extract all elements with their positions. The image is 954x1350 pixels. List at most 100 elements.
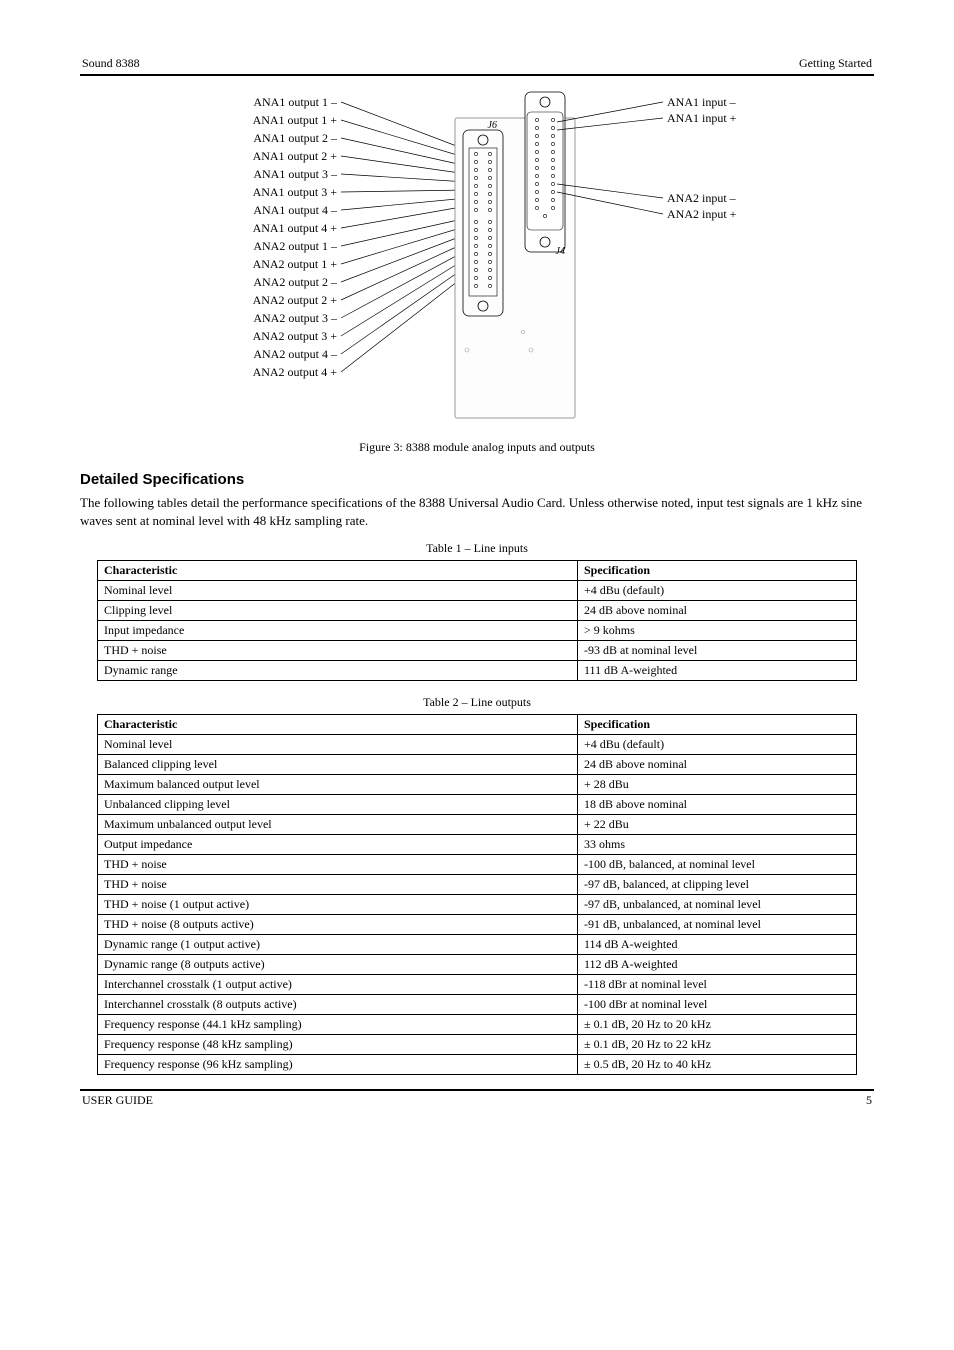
connector-j4: J4	[525, 92, 565, 257]
table-cell: Maximum balanced output level	[98, 775, 578, 795]
table-cell: +4 dBu (default)	[578, 735, 857, 755]
svg-text:J4: J4	[556, 246, 565, 257]
table-cell: THD + noise (8 outputs active)	[98, 915, 578, 935]
table-cell: -97 dB, balanced, at clipping level	[578, 875, 857, 895]
table-cell: 114 dB A-weighted	[578, 935, 857, 955]
svg-text:J6: J6	[488, 120, 497, 131]
table-cell: THD + noise (1 output active)	[98, 895, 578, 915]
table-cell: -118 dBr at nominal level	[578, 975, 857, 995]
table-cell: -97 dB, unbalanced, at nominal level	[578, 895, 857, 915]
table-cell: -93 dB at nominal level	[578, 641, 857, 661]
svg-text:ANA2 output 2 –: ANA2 output 2 –	[253, 275, 338, 289]
svg-text:ANA1 output 2 +: ANA1 output 2 +	[253, 149, 338, 163]
table-header: Characteristic	[98, 561, 578, 581]
svg-text:ANA2 output 4 +: ANA2 output 4 +	[253, 365, 338, 379]
table-cell: ± 0.5 dB, 20 Hz to 40 kHz	[578, 1055, 857, 1075]
table-cell: 112 dB A-weighted	[578, 955, 857, 975]
table-row: Frequency response (44.1 kHz sampling)± …	[98, 1015, 857, 1035]
table-header: Specification	[578, 715, 857, 735]
table-cell: 111 dB A-weighted	[578, 661, 857, 681]
table-row: Balanced clipping level24 dB above nomin…	[98, 755, 857, 775]
table-cell: Dynamic range (8 outputs active)	[98, 955, 578, 975]
table-row: Dynamic range111 dB A-weighted	[98, 661, 857, 681]
footer-right: 5	[866, 1093, 872, 1108]
table-row: Nominal level+4 dBu (default)	[98, 735, 857, 755]
table-cell: Dynamic range	[98, 661, 578, 681]
table-row: THD + noise-93 dB at nominal level	[98, 641, 857, 661]
table-cell: Maximum unbalanced output level	[98, 815, 578, 835]
left-labels: ANA1 output 1 – ANA1 output 1 + ANA1 out…	[253, 95, 338, 379]
table-row: Frequency response (48 kHz sampling)± 0.…	[98, 1035, 857, 1055]
section-title: Detailed Specifications	[80, 471, 874, 488]
table-cell: THD + noise	[98, 875, 578, 895]
svg-text:ANA2 output 3 –: ANA2 output 3 –	[253, 311, 338, 325]
table-line-outputs: Characteristic Specification Nominal lev…	[97, 714, 857, 1075]
table-cell: +4 dBu (default)	[578, 581, 857, 601]
svg-text:ANA2 input –: ANA2 input –	[667, 191, 737, 205]
table-row: Clipping level24 dB above nominal	[98, 601, 857, 621]
table-cell: THD + noise	[98, 641, 578, 661]
table-cell: -100 dB, balanced, at nominal level	[578, 855, 857, 875]
section-body: The following tables detail the performa…	[80, 494, 874, 529]
table-cell: Interchannel crosstalk (8 outputs active…	[98, 995, 578, 1015]
svg-text:ANA1 output 1 +: ANA1 output 1 +	[253, 113, 338, 127]
svg-text:ANA2 output 1 +: ANA2 output 1 +	[253, 257, 338, 271]
table-cell: Balanced clipping level	[98, 755, 578, 775]
svg-text:ANA1 input –: ANA1 input –	[667, 95, 737, 109]
table-cell: + 22 dBu	[578, 815, 857, 835]
footer-rule	[80, 1089, 874, 1091]
page-footer: USER GUIDE 5	[80, 1093, 874, 1108]
svg-text:ANA2 output 3 +: ANA2 output 3 +	[253, 329, 338, 343]
right-labels: ANA1 input – ANA1 input + ANA2 input – A…	[667, 95, 737, 221]
table-cell: -100 dBr at nominal level	[578, 995, 857, 1015]
table2-caption: Table 2 – Line outputs	[80, 695, 874, 710]
header-rule	[80, 74, 874, 76]
table-cell: 33 ohms	[578, 835, 857, 855]
page-header: Sound 8388 Getting Started	[80, 56, 874, 74]
table-cell: ± 0.1 dB, 20 Hz to 20 kHz	[578, 1015, 857, 1035]
table-row: Nominal level+4 dBu (default)	[98, 581, 857, 601]
table-cell: Dynamic range (1 output active)	[98, 935, 578, 955]
table-row: Maximum unbalanced output level+ 22 dBu	[98, 815, 857, 835]
table-cell: 24 dB above nominal	[578, 601, 857, 621]
table-cell: THD + noise	[98, 855, 578, 875]
table-cell: Clipping level	[98, 601, 578, 621]
svg-text:ANA2 output 1 –: ANA2 output 1 –	[253, 239, 338, 253]
table-cell: > 9 kohms	[578, 621, 857, 641]
table-cell: Frequency response (48 kHz sampling)	[98, 1035, 578, 1055]
table-row: THD + noise (1 output active)-97 dB, unb…	[98, 895, 857, 915]
table-row: Frequency response (96 kHz sampling)± 0.…	[98, 1055, 857, 1075]
table-cell: Nominal level	[98, 581, 578, 601]
table-row: Interchannel crosstalk (8 outputs active…	[98, 995, 857, 1015]
table-line-inputs: Characteristic Specification Nominal lev…	[97, 560, 857, 681]
table-cell: Output impedance	[98, 835, 578, 855]
table-cell: 24 dB above nominal	[578, 755, 857, 775]
header-left: Sound 8388	[82, 56, 140, 71]
table-header: Specification	[578, 561, 857, 581]
table-row: Dynamic range (1 output active)114 dB A-…	[98, 935, 857, 955]
table-row: Unbalanced clipping level18 dB above nom…	[98, 795, 857, 815]
svg-text:ANA2 output 4 –: ANA2 output 4 –	[253, 347, 338, 361]
table-row: Maximum balanced output level+ 28 dBu	[98, 775, 857, 795]
svg-text:ANA1 output 2 –: ANA1 output 2 –	[253, 131, 338, 145]
table-header: Characteristic	[98, 715, 578, 735]
svg-text:ANA2 output 2 +: ANA2 output 2 +	[253, 293, 338, 307]
leader-lines-left	[341, 102, 467, 372]
table-cell: Frequency response (44.1 kHz sampling)	[98, 1015, 578, 1035]
figure-diagram: ANA1 output 1 – ANA1 output 1 + ANA1 out…	[80, 88, 874, 432]
table-cell: Input impedance	[98, 621, 578, 641]
table-row: Input impedance> 9 kohms	[98, 621, 857, 641]
table-cell: + 28 dBu	[578, 775, 857, 795]
svg-text:ANA1 output 4 –: ANA1 output 4 –	[253, 203, 338, 217]
footer-left: USER GUIDE	[82, 1093, 153, 1108]
table-cell: Frequency response (96 kHz sampling)	[98, 1055, 578, 1075]
table-cell: -91 dB, unbalanced, at nominal level	[578, 915, 857, 935]
table-cell: ± 0.1 dB, 20 Hz to 22 kHz	[578, 1035, 857, 1055]
table-cell: Unbalanced clipping level	[98, 795, 578, 815]
header-right: Getting Started	[799, 56, 872, 71]
table-row: Output impedance33 ohms	[98, 835, 857, 855]
table-row: THD + noise (8 outputs active)-91 dB, un…	[98, 915, 857, 935]
table-cell: 18 dB above nominal	[578, 795, 857, 815]
table-row: Interchannel crosstalk (1 output active)…	[98, 975, 857, 995]
table-cell: Nominal level	[98, 735, 578, 755]
